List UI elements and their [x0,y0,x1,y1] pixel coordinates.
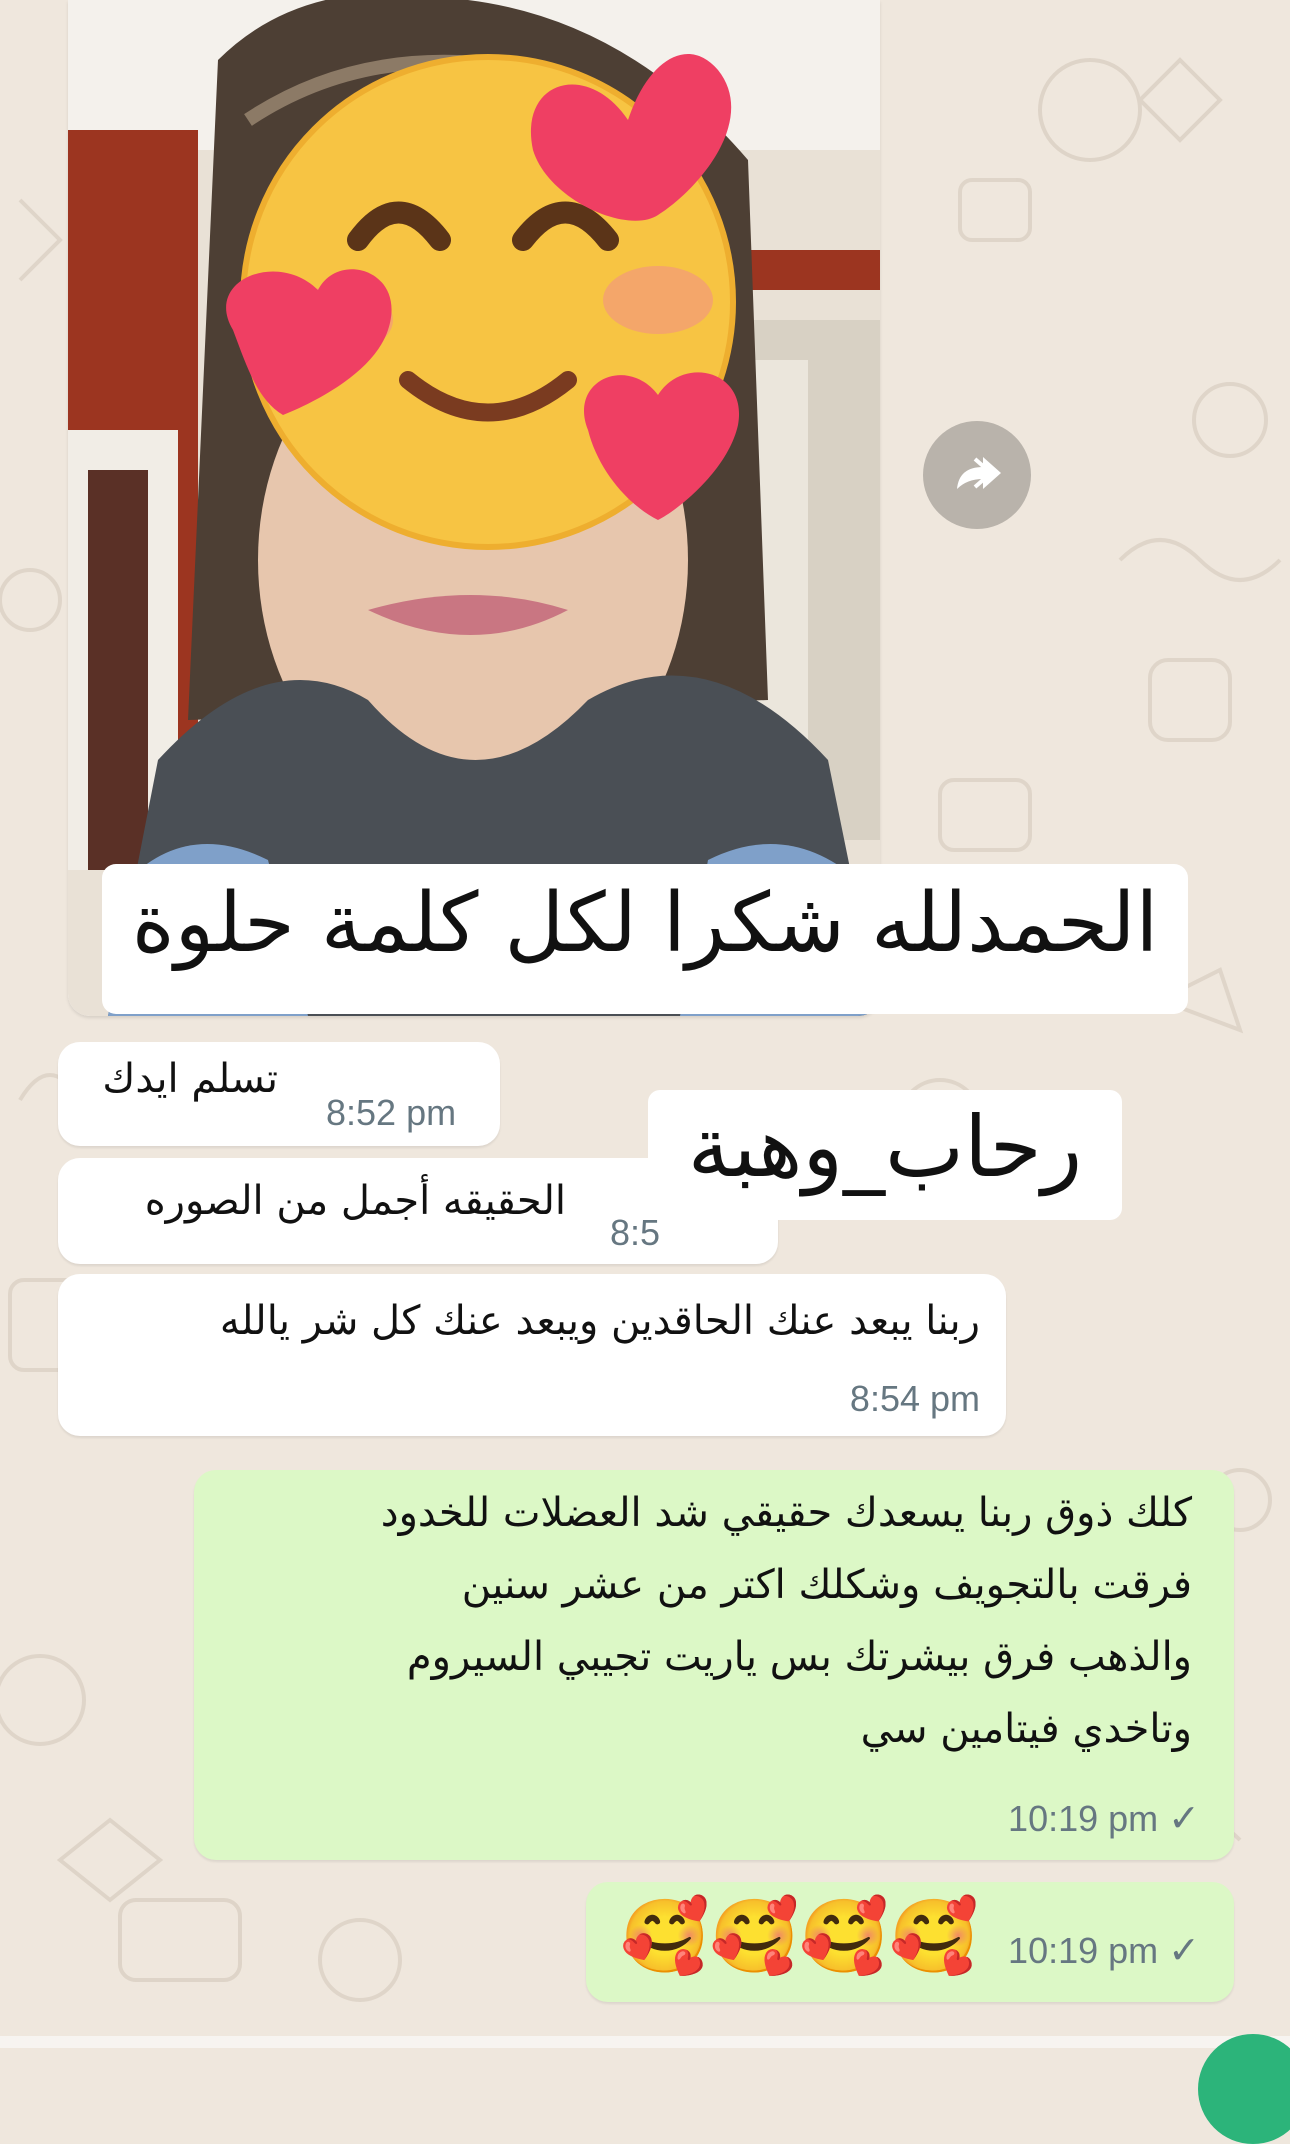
message-bubble-incoming[interactable]: تسلم ايدك 8:52 pm [58,1042,500,1146]
message-time: 10:19 pm [1008,1798,1159,1839]
message-status: 10:19 pm ✓ [1008,1796,1200,1841]
message-line: كلك ذوق ربنا يسعدك حقيقي شد العضلات للخد… [380,1490,1192,1536]
forward-icon [957,457,1001,489]
message-bubble-incoming[interactable]: ربنا يبعد عنك الحاقدين ويبعد عنك كل شر ي… [58,1274,1006,1436]
composer-edge [0,2036,1290,2048]
message-text: الحقيقه أجمل من الصوره [144,1178,566,1224]
message-text: ربنا يبعد عنك الحاقدين ويبعد عنك كل شر ي… [219,1298,980,1344]
message-time: 8:52 pm [326,1092,457,1133]
message-text: تسلم ايدك [102,1056,278,1102]
message-bubble-outgoing[interactable]: كلك ذوق ربنا يسعدك حقيقي شد العضلات للخد… [194,1470,1234,1860]
action-button[interactable] [1198,2034,1290,2144]
message-time: 8:5 [610,1212,661,1253]
single-check-icon: ✓ [1168,1930,1200,1972]
emoji-message: 🥰🥰🥰🥰 [620,1894,979,1982]
message-line: فرقت بالتجويف وشكلك اكتر من عشر سنين [461,1562,1192,1608]
message-line: وتاخدي فيتامين سي [860,1706,1192,1752]
message-time: 10:19 pm [1008,1930,1159,1971]
message-line: والذهب فرق بيشرتك بس ياريت تجيبي السيروم [406,1634,1192,1680]
message-status: 10:19 pm ✓ [1008,1928,1200,1973]
single-check-icon: ✓ [1168,1798,1200,1840]
forward-button[interactable] [923,421,1031,529]
photo-caption: الحمدلله شكرا لكل كلمة حلوة [131,876,1159,971]
message-time: 8:54 pm [849,1378,980,1419]
smiling-face-with-hearts-emoji: 🥰🥰🥰🥰 [620,1894,979,1978]
watermark-signature: رحاب_وهبة [687,1098,1083,1196]
